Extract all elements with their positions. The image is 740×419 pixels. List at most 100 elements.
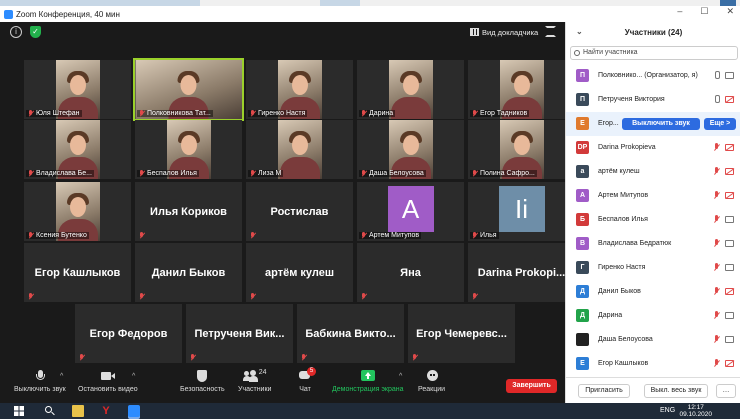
end-meeting-button[interactable]: Завершить — [506, 379, 557, 393]
participant-row[interactable]: В Владислава Бедратюк — [566, 232, 740, 256]
participant-tile[interactable]: Ростислав — [246, 182, 353, 241]
camera-off-icon[interactable] — [725, 96, 734, 103]
muted-mic-icon[interactable] — [713, 215, 720, 224]
view-switch-button[interactable]: Вид докладчика — [470, 25, 538, 39]
muted-mic-icon[interactable] — [713, 263, 720, 272]
muted-mic-icon[interactable] — [713, 335, 720, 344]
share-screen-button[interactable]: Демонстрация экрана — [332, 370, 404, 393]
participant-row[interactable]: Е Егор... Выключить звук Еще > — [566, 112, 740, 136]
zoom-taskbar-icon[interactable] — [128, 405, 140, 417]
reactions-label: Реакции — [418, 386, 446, 393]
participant-tile[interactable]: Лиза М — [246, 120, 353, 179]
camera-icon[interactable] — [725, 312, 734, 319]
camera-off-icon[interactable] — [725, 288, 734, 295]
system-clock[interactable]: 12:17 09.10.2020 — [679, 404, 712, 418]
audio-options-caret[interactable]: ^ — [60, 373, 63, 380]
participant-row[interactable]: П Полковнико... (Организатор, я) — [566, 64, 740, 88]
mute-button[interactable]: Выключить звук — [14, 370, 66, 393]
participant-tile[interactable]: Данил Быков — [135, 243, 242, 302]
participant-tile[interactable]: Егор Тадников — [468, 60, 575, 119]
participant-tile[interactable]: артём кулеш — [246, 243, 353, 302]
muted-mic-icon[interactable] — [713, 143, 720, 152]
camera-off-icon[interactable] — [725, 192, 734, 199]
camera-off-icon[interactable] — [725, 360, 734, 367]
participant-row[interactable]: Д Данил Быков — [566, 280, 740, 304]
muted-mic-icon[interactable] — [713, 239, 720, 248]
share-options-caret[interactable]: ^ — [399, 373, 402, 380]
participant-row[interactable]: Е Егор Кашлыков — [566, 352, 740, 376]
fullscreen-icon[interactable] — [545, 26, 556, 37]
participant-name: Петрученя Виктория — [598, 96, 665, 103]
participant-mute-button[interactable]: Выключить звук — [622, 118, 700, 130]
participants-button[interactable]: 24 Участники — [238, 369, 271, 393]
participant-tile[interactable]: Петрученя Вик... — [186, 304, 293, 363]
participant-tile[interactable]: Полковникова Тат... — [133, 58, 244, 121]
minimize-button[interactable]: – — [677, 6, 682, 17]
camera-icon[interactable] — [725, 240, 734, 247]
participant-row[interactable]: Г Гиренко Настя — [566, 256, 740, 280]
close-button[interactable]: ✕ — [726, 6, 734, 17]
muted-mic-icon[interactable] — [713, 359, 720, 368]
participant-row[interactable]: Д Дарина — [566, 304, 740, 328]
participant-video — [277, 120, 322, 179]
participant-avatar: Б — [576, 213, 589, 226]
security-button[interactable]: Безопасность — [180, 370, 225, 393]
participant-tile[interactable]: Бабкина Викто... — [297, 304, 404, 363]
participant-search-input[interactable]: Найти участника — [570, 46, 738, 60]
info-icon[interactable]: i — [10, 26, 22, 38]
participant-row[interactable]: DP Darina Prokopieva — [566, 136, 740, 160]
muted-mic-icon[interactable] — [713, 191, 720, 200]
microphone-icon[interactable] — [713, 95, 720, 104]
participant-tile[interactable]: A Артем Митупов — [357, 182, 464, 241]
participant-tile[interactable]: Яна — [357, 243, 464, 302]
file-explorer-icon[interactable] — [72, 405, 84, 417]
camera-off-icon[interactable] — [725, 144, 734, 151]
participant-tile[interactable]: Дарина — [357, 60, 464, 119]
participant-name: Полковнико... (Организатор, я) — [598, 72, 698, 79]
participant-tile[interactable]: Полина Сафро... — [468, 120, 575, 179]
muted-mic-icon — [361, 110, 367, 117]
camera-off-icon[interactable] — [725, 168, 734, 175]
muted-mic-icon[interactable] — [713, 287, 720, 296]
camera-icon[interactable] — [725, 336, 734, 343]
participant-tile[interactable]: Darina Prokopi... — [468, 243, 575, 302]
camera-icon[interactable] — [725, 72, 734, 79]
video-options-caret[interactable]: ^ — [132, 373, 135, 380]
participant-row[interactable]: а артём кулеш — [566, 160, 740, 184]
muted-mic-icon[interactable] — [713, 311, 720, 320]
search-icon[interactable] — [44, 405, 56, 417]
participant-tile[interactable]: Гиренко Настя — [246, 60, 353, 119]
participant-more-button[interactable]: Еще > — [704, 118, 736, 130]
camera-icon[interactable] — [725, 216, 734, 223]
chat-button[interactable]: 5 Чат — [298, 367, 316, 393]
participant-tile[interactable]: Ксения Бутенко — [24, 182, 131, 241]
camera-icon[interactable] — [725, 264, 734, 271]
encryption-shield-icon[interactable]: ✓ — [30, 26, 41, 38]
participant-tile[interactable]: Егор Кашлыков — [24, 243, 131, 302]
participant-tile[interactable]: Даша Белоусова — [357, 120, 464, 179]
participant-tile[interactable]: Ii Илья — [468, 182, 575, 241]
mute-all-button[interactable]: Выкл. весь звук — [644, 384, 708, 398]
participant-name: Владислава Бедратюк — [598, 240, 672, 247]
maximize-button[interactable]: ☐ — [700, 6, 708, 17]
stop-video-button[interactable]: Остановить видео — [78, 370, 138, 393]
participant-tile[interactable]: Илья Кориков — [135, 182, 242, 241]
windows-start-icon[interactable] — [14, 406, 24, 416]
participant-tile[interactable]: Юля Штефан — [24, 60, 131, 119]
participant-tile[interactable]: Егор Чемеревс... — [408, 304, 515, 363]
participant-name: Гиренко Настя — [598, 264, 646, 271]
muted-mic-icon[interactable] — [713, 167, 720, 176]
participant-row[interactable]: А Артем Митупов — [566, 184, 740, 208]
yandex-browser-icon[interactable]: Y — [100, 405, 112, 417]
participant-row[interactable]: Даша Белоусова — [566, 328, 740, 352]
participant-tile[interactable]: Владислава Бе... — [24, 120, 131, 179]
microphone-icon[interactable] — [713, 71, 720, 80]
participant-row[interactable]: П Петрученя Виктория — [566, 88, 740, 112]
participant-row[interactable]: Б Беспалов Илья — [566, 208, 740, 232]
more-options-button[interactable]: … — [716, 384, 736, 398]
invite-button[interactable]: Пригласить — [578, 384, 630, 398]
participant-tile[interactable]: Беспалов Илья — [135, 120, 242, 179]
participant-tile[interactable]: Егор Федоров — [75, 304, 182, 363]
reactions-button[interactable]: Реакции — [418, 370, 445, 393]
language-indicator[interactable]: ENG — [660, 407, 675, 414]
